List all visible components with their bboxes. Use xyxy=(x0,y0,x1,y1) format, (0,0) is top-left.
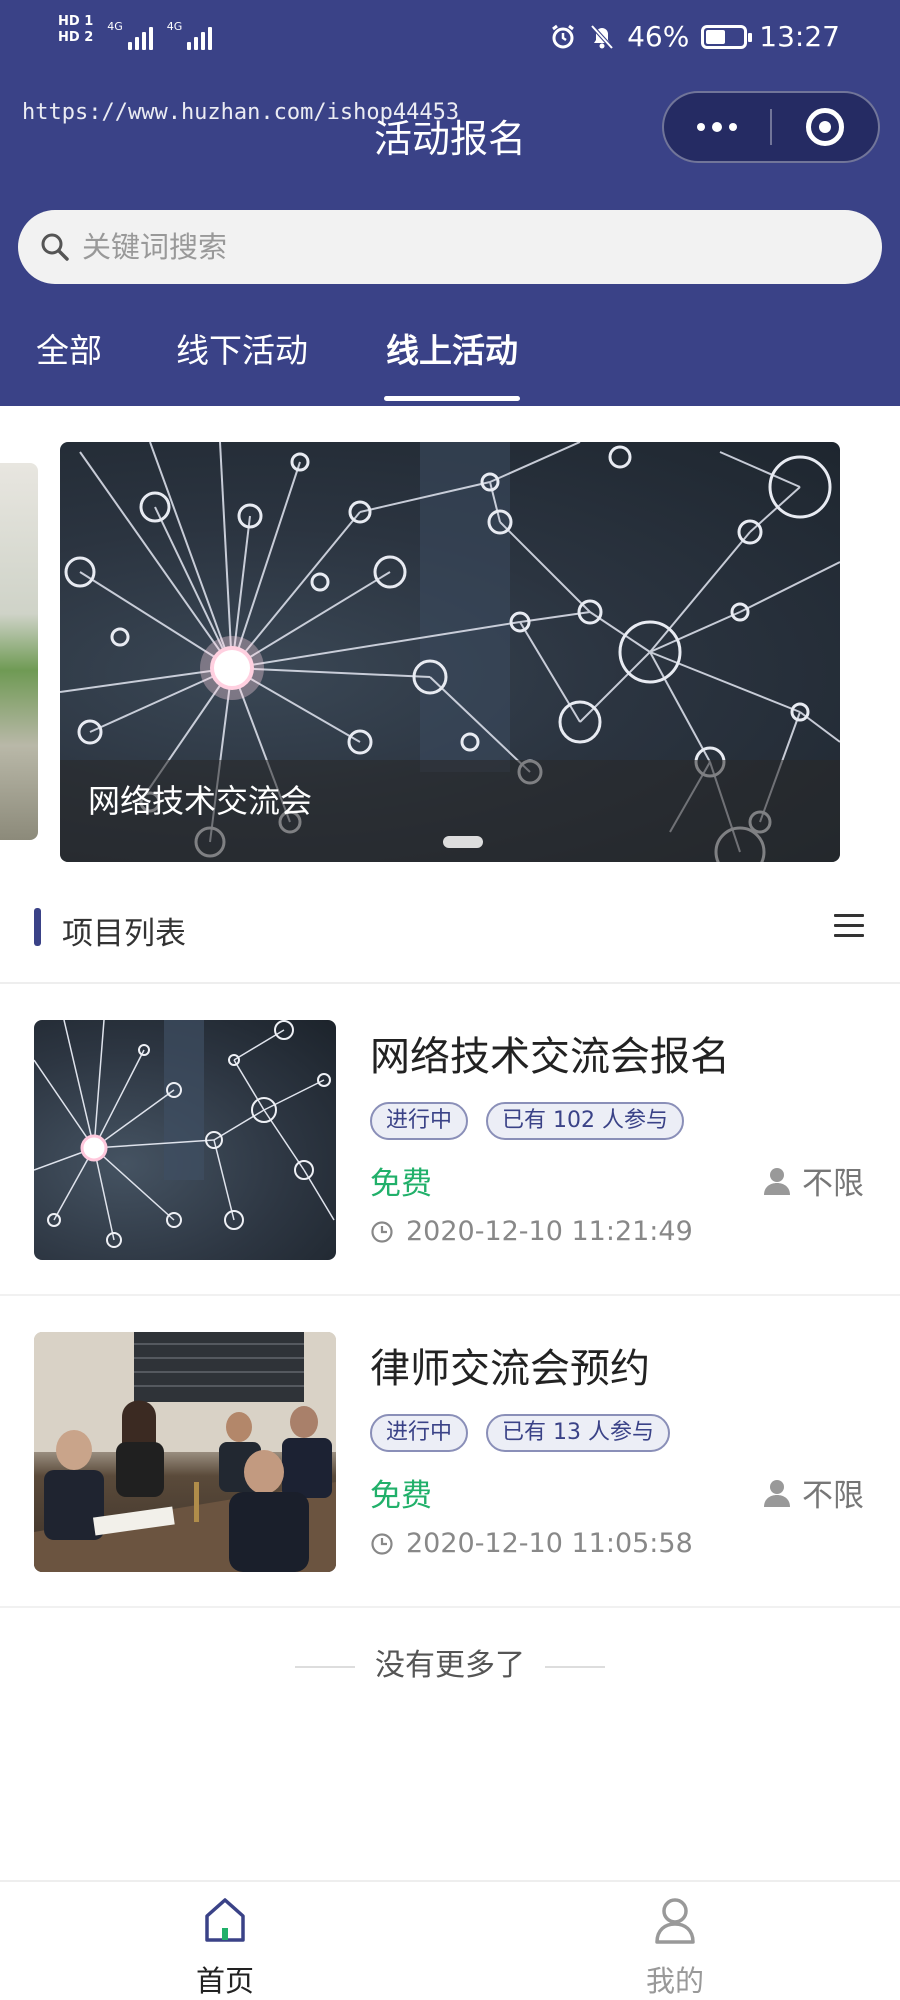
list-menu-icon[interactable] xyxy=(834,914,864,938)
signal-group: HD 1 HD 2 4G 4G xyxy=(58,14,213,50)
sim1-label: HD 1 xyxy=(58,14,94,29)
network-label-2: 4G xyxy=(166,20,183,33)
tab-label: 线上活动 xyxy=(386,331,518,370)
activity-card[interactable]: 网络技术交流会报名 进行中 已有 102 人参与 免费 不限 2020-12-1… xyxy=(0,984,900,1296)
tab-all[interactable]: 全部 xyxy=(36,326,102,376)
activity-datetime: 2020-12-10 11:05:58 xyxy=(406,1528,693,1559)
list-end-indicator: 没有更多了 xyxy=(0,1640,900,1684)
battery-icon xyxy=(701,24,753,49)
banner-caption: 网络技术交流会 xyxy=(88,782,313,820)
no-more-label: 没有更多了 xyxy=(375,1648,525,1683)
divider-left xyxy=(295,1665,355,1668)
alarm-icon xyxy=(552,24,574,48)
tabbar-label: 我的 xyxy=(645,1964,704,1998)
tabbar-label: 首页 xyxy=(195,1964,254,1998)
search-input[interactable] xyxy=(82,230,842,264)
more-dots-icon[interactable] xyxy=(664,93,770,161)
clock: 13:27 xyxy=(759,20,840,53)
tab-online[interactable]: 线上活动 xyxy=(384,326,520,401)
carousel-prev-slide[interactable] xyxy=(0,463,38,840)
clock-icon xyxy=(371,1220,393,1243)
section-header: 项目列表 xyxy=(0,890,900,984)
status-bar: HD 1 HD 2 4G 4G 46% 13:27 xyxy=(0,0,900,80)
user-icon xyxy=(655,1898,695,1944)
category-tabs: 全部 线下活动 线上活动 xyxy=(0,326,900,406)
carousel-indicator[interactable] xyxy=(443,836,483,848)
clock-icon xyxy=(371,1532,393,1555)
participants-badge: 已有 102 人参与 xyxy=(486,1102,684,1140)
activity-datetime: 2020-12-10 11:21:49 xyxy=(406,1216,693,1247)
activity-tags: 进行中 已有 102 人参与 xyxy=(370,1102,684,1140)
activity-thumbnail xyxy=(34,1020,336,1260)
price-label: 免费 xyxy=(370,1166,432,1202)
meeting-thumbnail-graphic xyxy=(34,1332,336,1572)
divider-right xyxy=(545,1665,605,1668)
home-icon xyxy=(205,1898,245,1942)
network-thumbnail-graphic xyxy=(34,1020,335,1248)
section-title: 项目列表 xyxy=(62,916,186,952)
banner-carousel[interactable]: 网络技术交流会 xyxy=(60,442,840,862)
sim-labels: HD 1 HD 2 xyxy=(58,14,93,46)
status-badge: 进行中 xyxy=(370,1414,469,1452)
search-icon xyxy=(41,233,69,261)
status-badge: 进行中 xyxy=(370,1102,469,1140)
battery-percent: 46% xyxy=(627,20,690,53)
search-bar[interactable] xyxy=(18,210,882,284)
time-info: 2020-12-10 11:21:49 xyxy=(370,1216,693,1247)
tab-offline[interactable]: 线下活动 xyxy=(176,326,308,376)
activity-tags: 进行中 已有 13 人参与 xyxy=(370,1414,670,1452)
time-info: 2020-12-10 11:05:58 xyxy=(370,1528,693,1559)
tab-label: 全部 xyxy=(36,331,102,370)
section-accent-bar xyxy=(34,908,41,946)
sim2-label: HD 2 xyxy=(58,30,94,45)
tabbar-item-home[interactable]: 首页 xyxy=(0,1882,450,2000)
limit-info: 不限 xyxy=(764,1158,864,1203)
price-label: 免费 xyxy=(370,1478,432,1514)
close-button[interactable] xyxy=(772,108,878,146)
tab-label: 线下活动 xyxy=(176,331,308,370)
network-label-1: 4G xyxy=(107,20,123,33)
activity-title: 网络技术交流会报名 xyxy=(370,1034,730,1080)
activity-title: 律师交流会预约 xyxy=(370,1346,650,1392)
person-icon xyxy=(764,1479,790,1507)
mini-program-capsule xyxy=(662,91,880,163)
limit-label: 不限 xyxy=(802,1478,864,1514)
activity-thumbnail xyxy=(34,1332,336,1572)
tabbar-item-mine[interactable]: 我的 xyxy=(450,1882,900,2000)
bottom-tab-bar: 首页 我的 xyxy=(0,1880,900,2000)
signal-icon: 4G xyxy=(107,20,153,50)
activity-card[interactable]: 律师交流会预约 进行中 已有 13 人参与 免费 不限 2020-12-10 1… xyxy=(0,1296,900,1608)
mute-bell-icon xyxy=(590,24,614,49)
status-right: 46% 13:27 xyxy=(549,20,840,53)
limit-info: 不限 xyxy=(764,1470,864,1515)
participants-badge: 已有 13 人参与 xyxy=(486,1414,670,1452)
limit-label: 不限 xyxy=(802,1166,864,1202)
active-tab-indicator xyxy=(384,396,520,401)
header: HD 1 HD 2 4G 4G 46% 13:27 https://www.hu… xyxy=(0,0,900,406)
target-circle-icon xyxy=(806,108,844,146)
person-icon xyxy=(764,1167,790,1195)
signal-icon: 4G xyxy=(167,20,213,50)
